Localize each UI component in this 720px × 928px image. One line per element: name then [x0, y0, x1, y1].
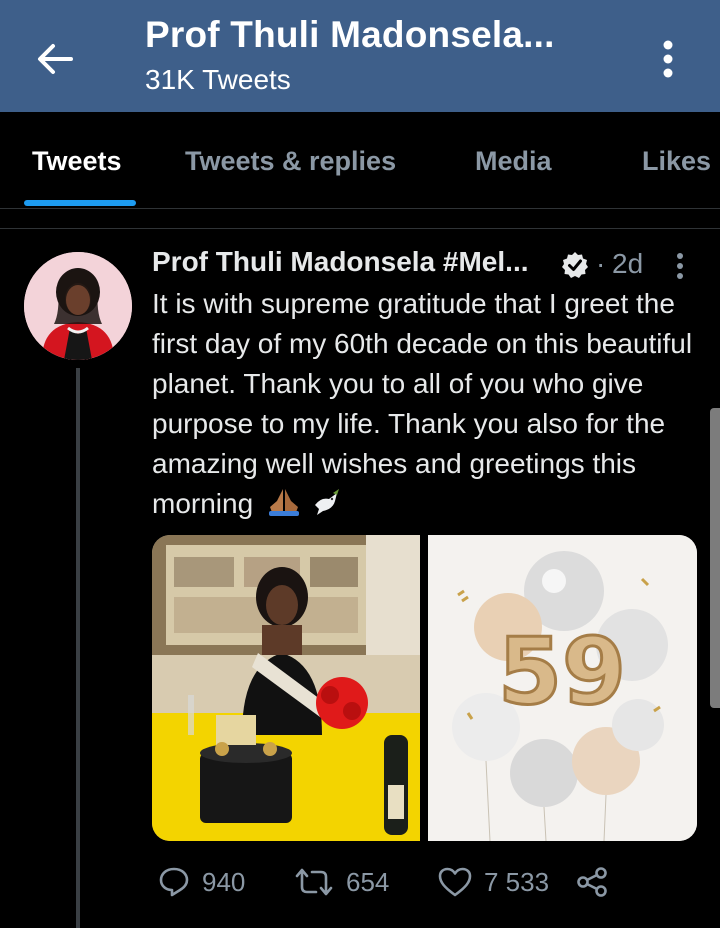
tweet-media[interactable]: 59 — [152, 535, 697, 841]
heart-icon — [438, 867, 472, 897]
verified-badge-icon — [562, 252, 588, 278]
profile-tabs: Tweets Tweets & replies Media Likes — [0, 112, 720, 210]
reply-button[interactable]: 940 — [158, 860, 245, 904]
tweet-actions: 940 654 7 533 — [152, 860, 622, 904]
more-vertical-icon — [677, 253, 683, 279]
reply-count: 940 — [202, 866, 246, 897]
folded-hands-emoji — [268, 489, 299, 516]
thread-line — [76, 368, 80, 928]
tweet-more-button[interactable] — [668, 250, 692, 282]
like-button[interactable]: 7 533 — [438, 860, 549, 904]
birthday-celebration-photo[interactable] — [152, 535, 420, 841]
tab-likes[interactable]: Likes — [642, 146, 711, 177]
balloons-59-photo[interactable]: 59 — [428, 535, 697, 841]
tweet-count: 31K Tweets — [145, 64, 291, 95]
share-button[interactable] — [576, 860, 608, 904]
share-icon — [577, 867, 607, 897]
divider — [0, 228, 720, 229]
retweet-count: 654 — [346, 866, 390, 897]
tab-tweets-and-replies[interactable]: Tweets & replies — [185, 146, 396, 177]
tweet-body: It is with supreme gratitude that I gree… — [152, 288, 693, 519]
retweet-button[interactable]: 654 — [294, 860, 389, 904]
back-button[interactable] — [30, 36, 80, 82]
dove-emoji — [314, 489, 339, 515]
reply-icon — [159, 867, 189, 897]
more-options-button[interactable] — [648, 34, 688, 84]
tweet-timestamp[interactable]: 2d — [612, 248, 643, 280]
tab-tweets[interactable]: Tweets — [32, 146, 122, 177]
avatar[interactable] — [24, 252, 132, 360]
divider — [0, 208, 720, 209]
active-tab-indicator — [24, 200, 136, 206]
arrow-left-icon — [38, 44, 73, 74]
page-title: Prof Thuli Madonsela... — [145, 14, 555, 55]
more-vertical-icon — [663, 40, 673, 78]
app-header: Prof Thuli Madonsela... 31K Tweets — [0, 0, 720, 112]
tweet-author-name[interactable]: Prof Thuli Madonsela #Mel... — [152, 246, 529, 278]
like-count: 7 533 — [484, 866, 550, 897]
balloon-number: 59 — [498, 618, 626, 725]
retweet-icon — [295, 868, 333, 896]
tweet-text: It is with supreme gratitude that I gree… — [152, 284, 702, 524]
tab-media[interactable]: Media — [475, 146, 552, 177]
separator-dot: · — [596, 248, 606, 279]
scrollbar[interactable] — [710, 408, 720, 708]
